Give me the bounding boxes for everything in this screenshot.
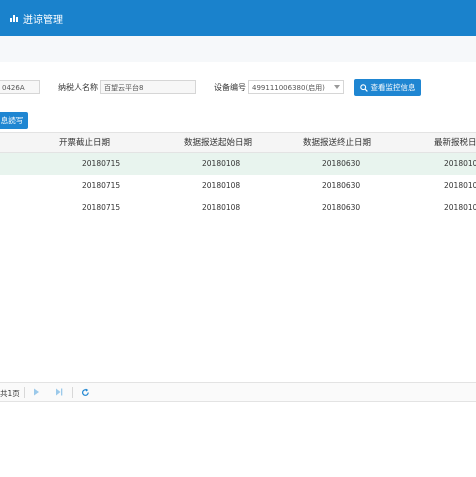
sub-header-bar [0,36,476,62]
top-bar: 迸谅管理 [0,0,476,36]
table-cell: 20180108 [202,181,241,190]
toolbar-button-label: 息読写 [0,116,24,125]
column-header[interactable]: 数据报送起始日期 [184,133,252,153]
table-header: 开票截止日期 数据报送起始日期 数据报送终止日期 最新报税日 [0,132,476,153]
page-title: 迸谅管理 [23,14,63,26]
toolbar-button[interactable]: 息読写 [0,112,28,129]
column-header[interactable]: 数据报送终止日期 [303,133,371,153]
table-cell: 20180715 [82,159,121,168]
table-cell: 20180108 [202,159,241,168]
chevron-down-icon [334,85,340,89]
table-row[interactable]: 20180715 20180108 20180630 2018010 [0,175,476,197]
table-row[interactable]: 20180715 20180108 20180630 2018010 [0,153,476,175]
table-row[interactable]: 20180715 20180108 20180630 2018010 [0,197,476,219]
table-cell: 2018010 [444,181,476,190]
column-header[interactable]: 最新报税日 [434,133,476,153]
taxpayer-label: 纳税人名称 [58,83,98,92]
query-monitor-label: 查看监控信息 [370,83,416,92]
tax-id-input[interactable]: 0426A [0,80,40,94]
device-select-value: 499111006380(启用) [252,84,325,92]
chart-icon [10,15,18,22]
table-cell: 20180630 [322,159,361,168]
device-label: 设备编号 [214,83,246,92]
device-select[interactable]: 499111006380(启用) [248,80,344,94]
pager-divider [24,387,25,398]
pagination-bar: 共1页 [0,382,476,402]
search-icon [359,83,368,92]
pager-divider [72,387,73,398]
table-cell: 20180630 [322,203,361,212]
next-page-icon[interactable] [33,388,40,396]
table-cell: 20180715 [82,203,121,212]
column-header[interactable]: 开票截止日期 [59,133,110,153]
table-cell: 2018010 [444,159,476,168]
table-cell: 2018010 [444,203,476,212]
header-tab[interactable]: 迸谅管理 [10,9,63,27]
total-pages-label: 共1页 [0,389,20,398]
table-cell: 20180715 [82,181,121,190]
table-cell: 20180108 [202,203,241,212]
refresh-icon[interactable] [81,388,90,397]
taxpayer-name-input[interactable]: 百望云平台8 [100,80,196,94]
last-page-icon[interactable] [55,388,63,396]
query-monitor-button[interactable]: 查看监控信息 [354,79,421,96]
table-cell: 20180630 [322,181,361,190]
